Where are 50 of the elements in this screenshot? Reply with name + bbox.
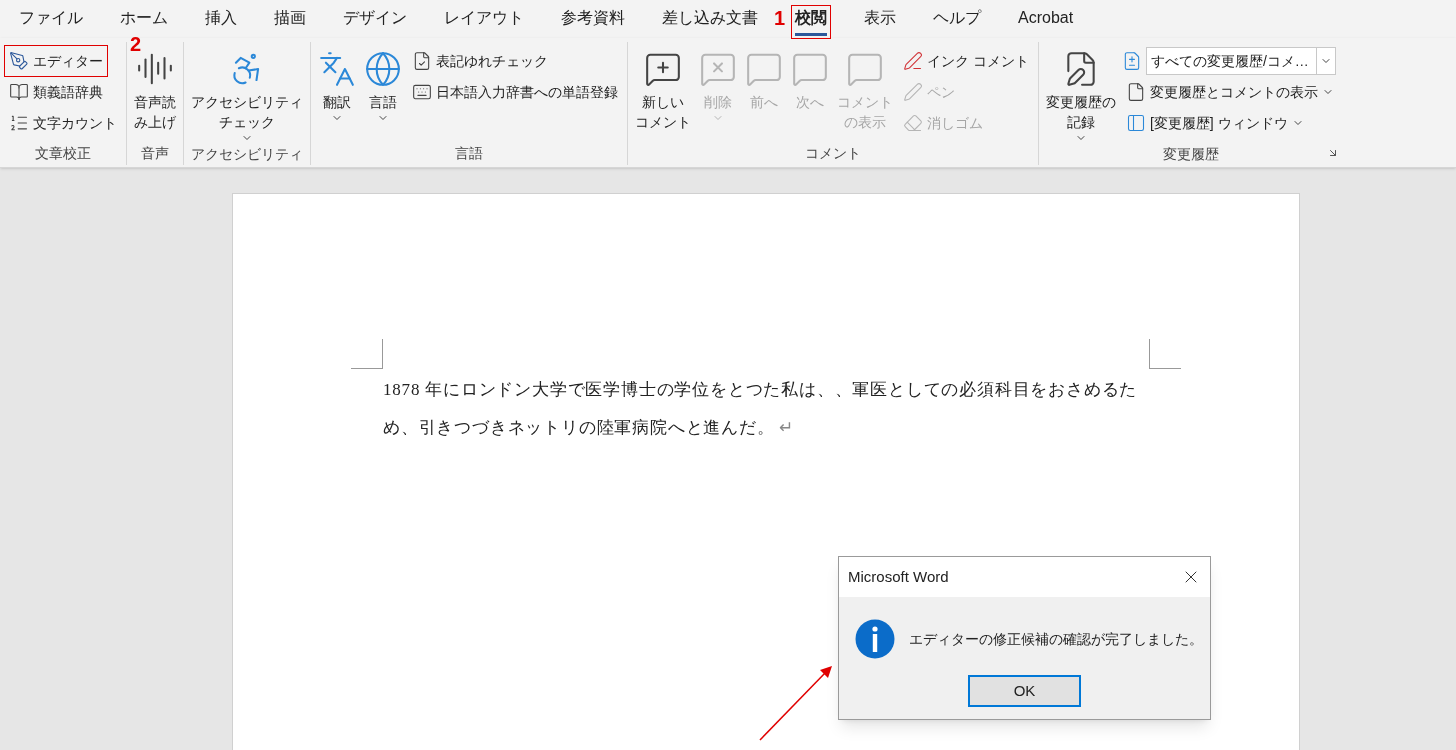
list-icon xyxy=(9,113,29,133)
pen-icon xyxy=(903,51,923,71)
keyboard-icon xyxy=(412,82,432,102)
ribbon-button[interactable]: 変更履歴とコメントの表示 xyxy=(1121,77,1338,107)
ribbon-button[interactable]: [変更履歴] ウィンドウ xyxy=(1121,108,1308,138)
group-label: 音声 xyxy=(141,143,169,163)
dialog-message: エディターの修正候補の確認が完了しました。 xyxy=(909,629,1203,649)
ribbon-button[interactable]: 類義語辞典 xyxy=(5,77,107,107)
ribbon-button[interactable]: 文字カウント xyxy=(5,108,121,138)
ribbon-button[interactable]: 翻訳 xyxy=(316,46,358,124)
margin-corner-mark xyxy=(1149,339,1181,369)
group-label: コメント xyxy=(804,143,861,163)
eraser-icon xyxy=(903,113,923,133)
markup-dropdown[interactable]: すべての変更履歴/コメ… xyxy=(1145,47,1336,75)
ribbon-tab[interactable]: 参考資料 xyxy=(558,6,628,38)
group-label: アクセシビリティ xyxy=(191,145,303,164)
dialog-title: Microsoft Word xyxy=(848,566,949,587)
group-label: 変更履歴 xyxy=(1162,145,1219,164)
ribbon-button[interactable]: 日本語入力辞書への単語登録 xyxy=(408,77,622,107)
ok-button[interactable]: OK xyxy=(968,675,1081,707)
ribbon-tab[interactable]: 差し込み文書 xyxy=(659,6,761,38)
ribbon-tab[interactable]: ファイル xyxy=(16,6,86,38)
window-icon xyxy=(1125,113,1146,133)
ribbon-button[interactable]: アクセシビリティ チェック xyxy=(189,46,305,144)
book-icon xyxy=(9,82,29,102)
ribbon-tab[interactable]: 挿入 xyxy=(202,6,240,38)
translate-icon xyxy=(318,50,356,88)
ribbon-button[interactable]: 言語 xyxy=(362,46,404,124)
ribbon-button[interactable]: 新しい コメント xyxy=(633,46,693,132)
ribbon-button[interactable]: エディター xyxy=(5,46,107,76)
ribbon-button[interactable]: 表記ゆれチェック xyxy=(408,46,552,76)
group-label: 言語 xyxy=(455,143,483,163)
callout-number: 1 xyxy=(774,8,786,28)
pen-icon xyxy=(9,51,29,71)
globe-icon xyxy=(364,50,402,88)
pen-icon xyxy=(903,82,923,102)
ribbon-tab[interactable]: Acrobat xyxy=(1015,6,1077,38)
ribbon-tab[interactable]: 表示 xyxy=(861,6,899,38)
ribbon-tab[interactable]: デザイン xyxy=(340,6,410,38)
group-label: 文章校正 xyxy=(35,143,91,163)
margin-corner-mark xyxy=(351,339,383,369)
ribbon-tab[interactable]: 描画 xyxy=(271,6,309,38)
ribbon-tab[interactable]: 校閲 xyxy=(792,6,830,38)
ribbon-button[interactable]: インク コメント xyxy=(899,46,1033,76)
info-icon xyxy=(855,619,895,659)
file-check-icon xyxy=(412,51,432,71)
document-paragraph: 1878 年にロンドン大学で医学博士の学位をとつた私は、、軍医としての必須科目をおさめるため、引きつづきネットリの陸軍病院へと進んだ。 ↵ xyxy=(383,379,1139,439)
ribbon-tab[interactable]: ヘルプ xyxy=(930,6,984,38)
ribbon-tab[interactable]: レイアウト xyxy=(441,6,527,38)
ribbon-button[interactable]: 変更履歴の 記録 xyxy=(1043,46,1118,144)
